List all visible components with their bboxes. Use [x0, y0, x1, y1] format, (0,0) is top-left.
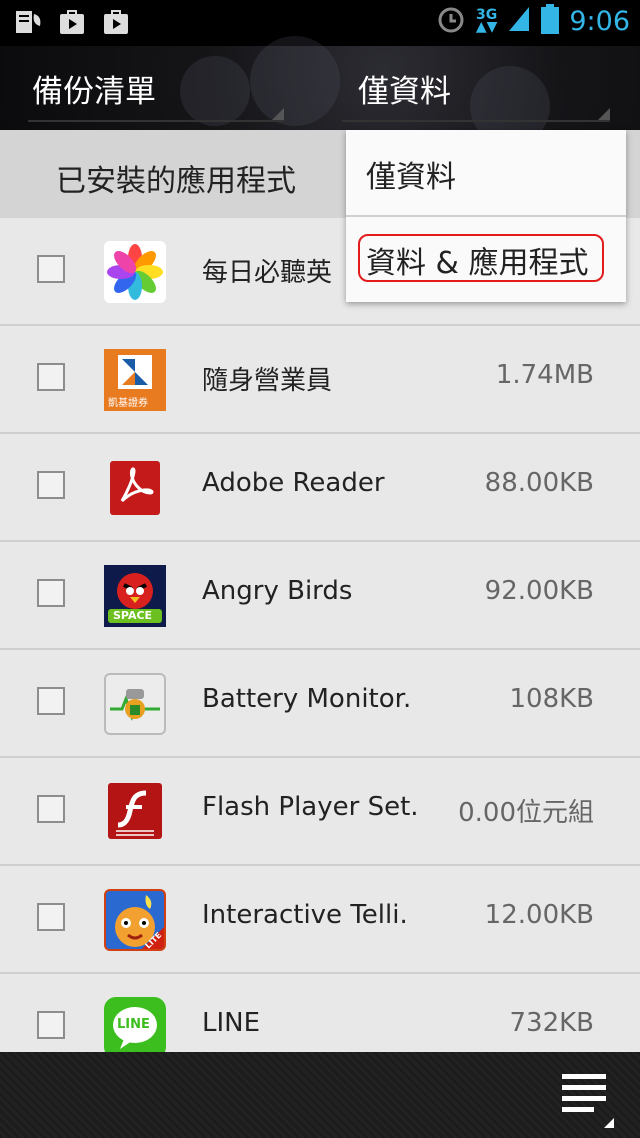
select-checkbox[interactable] — [37, 255, 65, 283]
interactive-telling-icon: LITE — [104, 889, 166, 951]
app-name: Flash Player Set. — [202, 792, 419, 822]
app-size: 1.74MB — [495, 360, 594, 390]
app-icon-label: LINE — [117, 1017, 150, 1032]
list-item[interactable]: 凱基證券 隨身營業員 1.74MB — [0, 326, 640, 434]
list-item[interactable]: Adobe Reader 88.00KB — [0, 434, 640, 542]
spinner-corner-icon — [272, 108, 284, 120]
app-size: 12.00KB — [484, 900, 594, 930]
play-store-icon-2 — [102, 8, 130, 36]
dropdown-option-label: 僅資料 — [366, 160, 456, 195]
flower-icon — [104, 241, 166, 303]
battery-monitor-icon — [104, 673, 166, 735]
app-size: 732KB — [509, 1008, 594, 1038]
battery-icon — [541, 4, 560, 38]
app-icon-label: 凱基證券 — [108, 398, 148, 409]
line-icon: LINE — [104, 997, 166, 1059]
spinner-underline — [342, 120, 610, 122]
app-name: Interactive Telli. — [202, 900, 408, 930]
list-item[interactable]: Flash Player Set. 0.00位元組 — [0, 758, 640, 866]
notification-icons — [14, 8, 130, 36]
app-name: Battery Monitor. — [202, 684, 412, 714]
select-checkbox[interactable] — [37, 687, 65, 715]
signal-icon — [507, 5, 531, 37]
app-name: 每日必聽英 — [202, 258, 333, 288]
sim-leaf-icon — [14, 8, 42, 36]
list-item[interactable]: Battery Monitor. 108KB — [0, 650, 640, 758]
select-checkbox[interactable] — [37, 795, 65, 823]
play-store-icon — [58, 8, 86, 36]
dropdown-option-label: 資料 & 應用程式 — [366, 246, 589, 281]
menu-corner-icon — [604, 1118, 614, 1128]
backup-mode-spinner[interactable]: 僅資料 — [358, 66, 451, 111]
select-checkbox[interactable] — [37, 471, 65, 499]
select-checkbox[interactable] — [37, 363, 65, 391]
menu-line-icon — [562, 1107, 594, 1112]
menu-line-icon — [562, 1085, 606, 1090]
adobe-reader-icon — [104, 457, 166, 519]
app-size: 108KB — [509, 684, 594, 714]
clock: 9:06 — [569, 5, 630, 37]
dropdown-option-data-only[interactable]: 僅資料 — [346, 130, 626, 216]
list-item[interactable]: SPACE Angry Birds 92.00KB — [0, 542, 640, 650]
overflow-menu-button[interactable] — [562, 1074, 606, 1118]
app-icon-label: SPACE — [113, 609, 153, 622]
app-title[interactable]: 備份清單 — [32, 66, 156, 111]
menu-line-icon — [562, 1074, 606, 1079]
menu-line-icon — [562, 1096, 606, 1101]
title-underline — [28, 120, 284, 122]
app-size: 92.00KB — [484, 576, 594, 606]
app-name: Angry Birds — [202, 576, 353, 606]
bottom-bar — [0, 1052, 640, 1138]
section-title: 已安裝的應用程式 — [56, 164, 296, 199]
network-type: 3G ▲▼ — [475, 7, 498, 35]
alarm-icon — [436, 4, 466, 38]
action-bar: 備份清單 僅資料 — [0, 36, 640, 146]
dropdown-option-data-and-app[interactable]: 資料 & 應用程式 — [346, 216, 626, 302]
bokeh-decoration — [180, 56, 250, 126]
app-name: LINE — [202, 1008, 261, 1038]
kgi-icon: 凱基證券 — [104, 349, 166, 411]
status-bar: 3G ▲▼ 9:06 — [0, 0, 640, 46]
spinner-dropdown: 僅資料 資料 & 應用程式 — [346, 130, 626, 302]
select-checkbox[interactable] — [37, 903, 65, 931]
spinner-corner-icon — [598, 108, 610, 120]
app-size: 88.00KB — [484, 468, 594, 498]
app-size: 0.00位元組 — [458, 798, 594, 828]
flash-player-icon — [104, 781, 166, 843]
app-name: 隨身營業員 — [202, 366, 333, 396]
angry-birds-icon: SPACE — [104, 565, 166, 627]
list-item[interactable]: LITE Interactive Telli. 12.00KB — [0, 866, 640, 974]
select-checkbox[interactable] — [37, 579, 65, 607]
app-name: Adobe Reader — [202, 468, 385, 498]
bokeh-decoration — [250, 36, 340, 126]
select-checkbox[interactable] — [37, 1011, 65, 1039]
